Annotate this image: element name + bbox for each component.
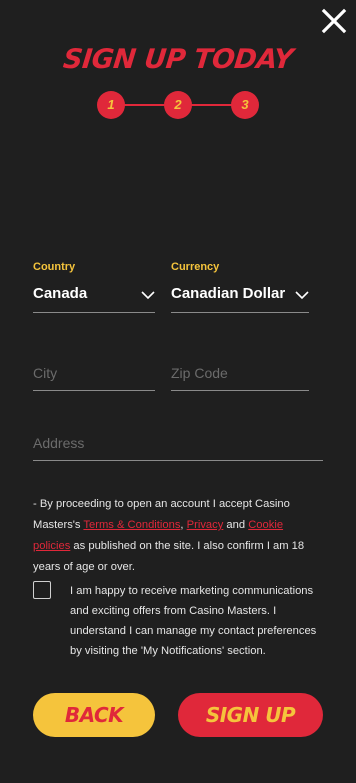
country-label: Country <box>33 261 76 273</box>
step-2: 2 <box>164 91 192 119</box>
zip-code-underline <box>171 390 309 391</box>
currency-select[interactable]: Canadian Dollar <box>171 282 309 312</box>
step-indicator: 1 2 3 <box>97 91 259 119</box>
country-value: Canada <box>33 285 88 302</box>
address-placeholder: Address <box>33 435 85 451</box>
city-placeholder: City <box>33 365 58 381</box>
currency-underline <box>171 312 309 313</box>
country-select[interactable]: Canada <box>33 282 155 312</box>
zip-code-input[interactable]: Zip Code <box>171 360 309 390</box>
terms-notice: - By proceeding to open an account I acc… <box>33 494 323 578</box>
step-1: 1 <box>97 91 125 119</box>
chevron-down-icon <box>141 291 155 300</box>
page-title: SIGN UP TODAY <box>61 44 295 75</box>
close-button[interactable] <box>321 8 347 34</box>
terms-and: and <box>223 519 249 531</box>
city-underline <box>33 390 155 391</box>
country-underline <box>33 312 155 313</box>
address-input[interactable]: Address <box>33 430 323 460</box>
marketing-checkbox[interactable] <box>33 581 51 599</box>
currency-label: Currency <box>171 261 220 273</box>
marketing-consent-text: I am happy to receive marketing communic… <box>70 585 317 657</box>
city-input[interactable]: City <box>33 360 155 390</box>
currency-value: Canadian Dollar <box>171 285 286 302</box>
terms-suffix: as published on the site. I also confirm… <box>33 540 305 573</box>
chevron-down-icon <box>295 291 309 300</box>
privacy-link[interactable]: Privacy <box>187 519 224 531</box>
step-3: 3 <box>231 91 259 119</box>
address-underline <box>33 460 323 461</box>
sign-up-button[interactable]: SIGN UP <box>178 693 323 737</box>
close-icon <box>321 8 347 34</box>
back-button[interactable]: BACK <box>33 693 155 737</box>
terms-conditions-link[interactable]: Terms & Conditions <box>83 519 180 531</box>
zip-code-placeholder: Zip Code <box>171 365 228 381</box>
